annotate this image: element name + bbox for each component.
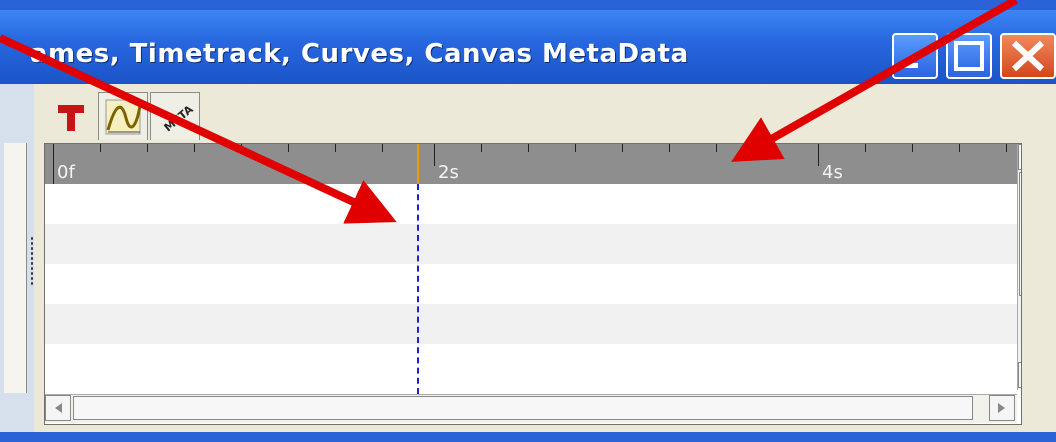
vertical-scrollbar[interactable] [1017, 144, 1021, 390]
ruler-tick [288, 144, 289, 152]
tab-timetrack[interactable] [46, 92, 96, 140]
arrow-right-icon [998, 403, 1005, 413]
track-row[interactable] [45, 344, 1017, 384]
close-button[interactable] [1000, 33, 1056, 79]
text-t-icon [58, 104, 84, 131]
curves-icon [105, 99, 142, 134]
panel-resize-grip[interactable] [30, 236, 34, 286]
ruler-tick [959, 144, 960, 152]
time-cursor-marker[interactable] [417, 144, 419, 184]
ruler-tick [434, 144, 435, 166]
scroll-up-button[interactable] [1018, 144, 1021, 170]
timetrack-panel[interactable]: 0f 2s 4s [44, 143, 1022, 425]
horizontal-scroll-thumb[interactable] [73, 396, 973, 420]
ruler-tick [241, 144, 242, 152]
params-panel [4, 143, 27, 393]
ruler-tick [622, 144, 623, 152]
track-row[interactable] [45, 184, 1017, 224]
minimize-button[interactable] [892, 33, 938, 79]
ruler-tick [382, 144, 383, 152]
scroll-left-button[interactable] [45, 395, 71, 421]
ruler-tick [1006, 144, 1007, 152]
maximize-button[interactable] [946, 33, 992, 79]
arrow-left-icon [55, 403, 62, 413]
ruler-tick [763, 144, 764, 152]
maximize-icon [954, 41, 984, 71]
horizontal-scrollbar[interactable] [45, 394, 1017, 423]
ruler-label-2s: 2s [438, 162, 459, 183]
track-rows [45, 184, 1017, 384]
ruler-tick [100, 144, 101, 152]
minimize-icon [902, 63, 918, 68]
close-icon [1011, 40, 1045, 72]
scroll-down-button[interactable] [1018, 362, 1021, 388]
track-row[interactable] [45, 224, 1017, 264]
tab-curves[interactable] [98, 92, 148, 140]
track-row[interactable] [45, 304, 1017, 344]
scroll-right-button[interactable] [989, 395, 1015, 421]
ruler-tick [481, 144, 482, 152]
time-ruler[interactable]: 0f 2s 4s [45, 144, 1017, 184]
ruler-label-4s: 4s [822, 162, 843, 183]
tab-canvas-metadata[interactable]: META [150, 92, 200, 140]
time-cursor-line [417, 184, 419, 394]
title-bar[interactable]: ames, Timetrack, Curves, Canvas MetaData [0, 10, 1056, 84]
ruler-tick [194, 144, 195, 152]
ruler-tick [669, 144, 670, 152]
ruler-label-start: 0f [57, 162, 75, 183]
ruler-tick [335, 144, 336, 152]
window: ames, Timetrack, Curves, Canvas MetaData [0, 0, 1056, 442]
ruler-tick [147, 144, 148, 152]
svg-text:META: META [162, 102, 194, 134]
ruler-tick [575, 144, 576, 152]
ruler-tick [716, 144, 717, 152]
vertical-scroll-thumb[interactable] [1019, 172, 1021, 296]
ruler-tick [528, 144, 529, 152]
window-title: ames, Timetrack, Curves, Canvas MetaData [30, 39, 689, 69]
ruler-tick [912, 144, 913, 152]
meta-icon: META [162, 102, 194, 134]
panel-tabs: META [46, 92, 200, 140]
ruler-tick [865, 144, 866, 152]
ruler-tick [818, 144, 819, 166]
track-row[interactable] [45, 264, 1017, 304]
window-bottom-border [0, 432, 1056, 442]
ruler-tick [53, 144, 54, 184]
